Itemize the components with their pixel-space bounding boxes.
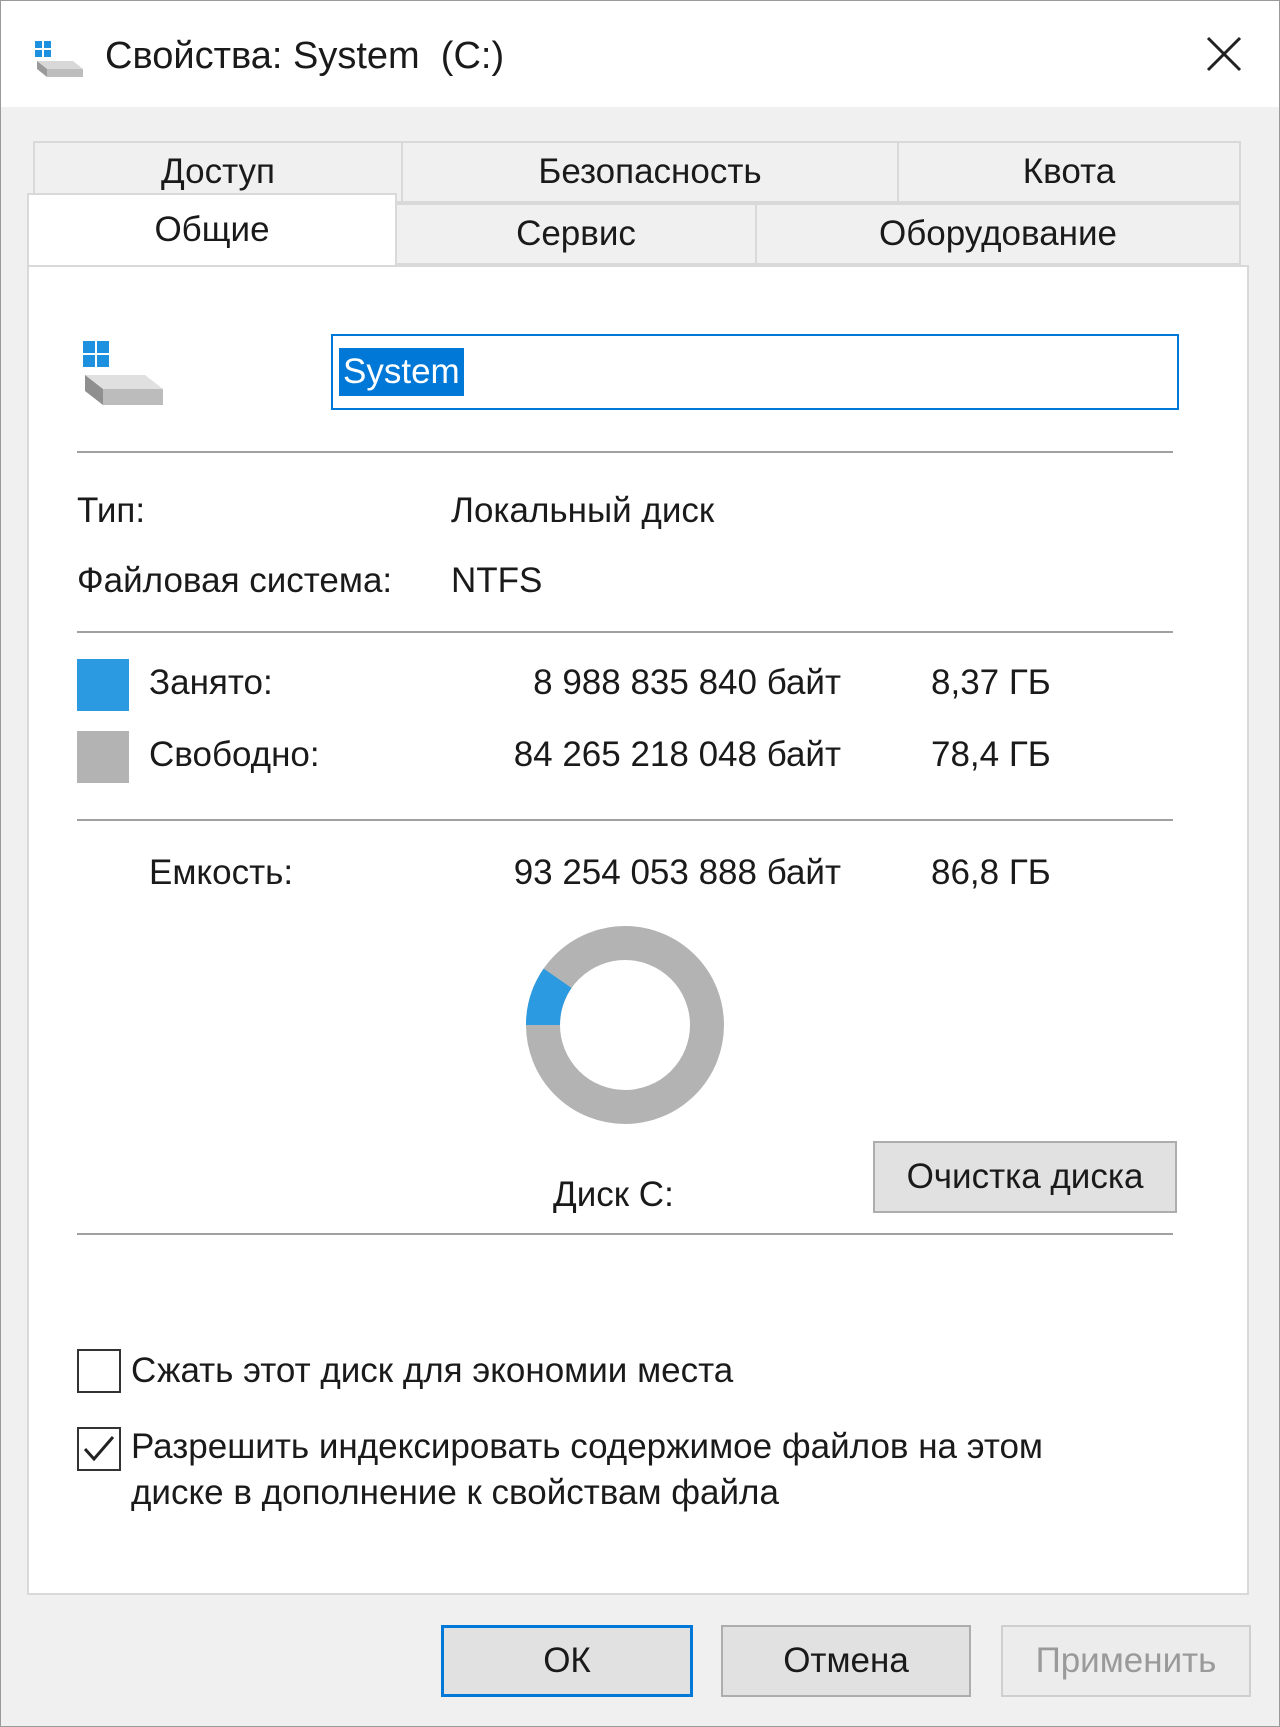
capacity-bytes: 93 254 053 888 байт	[513, 853, 841, 892]
free-space-swatch	[77, 731, 129, 783]
tab-security[interactable]: Безопасность	[401, 141, 899, 203]
index-checkbox[interactable]	[77, 1427, 121, 1471]
divider	[77, 819, 1173, 821]
title-bar[interactable]: Свойства: System (C:)	[1, 1, 1279, 107]
divider	[77, 631, 1173, 633]
compress-label[interactable]: Сжать этот диск для экономии места	[131, 1349, 733, 1393]
tab-general[interactable]: Общие	[27, 193, 397, 265]
index-label-line1[interactable]: Разрешить индексировать содержимое файло…	[131, 1425, 1043, 1469]
free-gb: 78,4 ГБ	[931, 735, 1051, 774]
filesystem-label: Файловая система:	[77, 561, 393, 600]
capacity-label: Емкость:	[149, 853, 294, 892]
index-label-line2[interactable]: диске в дополнение к свойствам файла	[131, 1471, 779, 1515]
used-space-swatch	[77, 659, 129, 711]
tab-strip: Доступ Безопасность Квота Общие Сервис О…	[1, 107, 1279, 267]
used-label: Занято:	[149, 663, 273, 702]
drive-icon	[35, 41, 83, 77]
used-bytes: 8 988 835 840 байт	[533, 663, 841, 702]
capacity-gb: 86,8 ГБ	[931, 853, 1051, 892]
used-gb: 8,37 ГБ	[931, 663, 1051, 702]
volume-name-input[interactable]: System	[331, 334, 1179, 410]
type-label: Тип:	[77, 491, 146, 530]
used-space-arc	[526, 968, 572, 1026]
checkmark-icon	[83, 1436, 115, 1462]
disk-usage-donut	[526, 926, 724, 1124]
filesystem-value: NTFS	[451, 561, 543, 600]
compress-checkbox[interactable]	[77, 1349, 121, 1393]
disk-cleanup-button[interactable]: Очистка диска	[873, 1141, 1177, 1213]
close-button[interactable]	[1181, 23, 1267, 85]
close-icon	[1206, 36, 1242, 72]
properties-window: Свойства: System (C:) Доступ Безопасност…	[0, 0, 1280, 1727]
free-label: Свободно:	[149, 735, 320, 774]
tab-hardware[interactable]: Оборудование	[755, 203, 1241, 265]
cancel-button[interactable]: Отмена	[721, 1625, 971, 1697]
type-value: Локальный диск	[451, 491, 715, 530]
tab-quota[interactable]: Квота	[897, 141, 1241, 203]
tab-service[interactable]: Сервис	[395, 203, 757, 265]
window-title: Свойства: System (C:)	[105, 35, 505, 77]
free-space-ring	[526, 926, 724, 1124]
disk-label: Диск C:	[553, 1175, 674, 1214]
volume-name-text: System	[339, 348, 464, 396]
windows-drive-icon	[83, 341, 163, 405]
free-bytes: 84 265 218 048 байт	[513, 735, 841, 774]
ok-button[interactable]: ОК	[441, 1625, 693, 1697]
apply-button[interactable]: Применить	[1001, 1625, 1251, 1697]
divider	[77, 451, 1173, 453]
divider	[77, 1233, 1173, 1235]
